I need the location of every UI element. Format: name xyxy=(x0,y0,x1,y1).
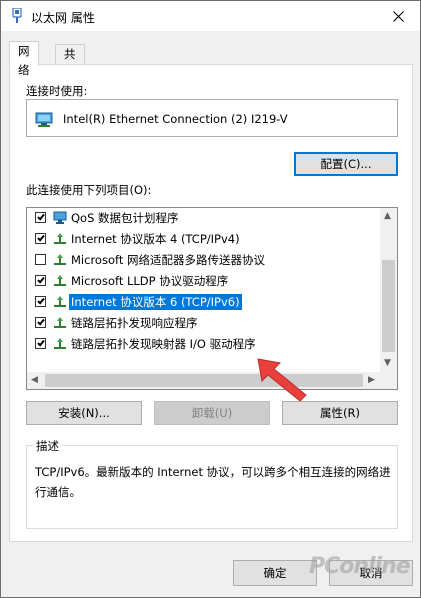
checkmark-icon xyxy=(37,338,45,347)
adapter-box: Intel(R) Ethernet Connection (2) I219-V xyxy=(26,99,398,137)
window-title: 以太网 属性 xyxy=(31,11,95,25)
network-tab-panel: 连接时使用: Intel(R) Ethernet Connection (2) … xyxy=(9,64,413,542)
list-item-label: Microsoft LLDP 协议驱动程序 xyxy=(71,274,229,288)
checkmark-icon xyxy=(37,317,45,326)
item-checkbox[interactable] xyxy=(35,254,46,265)
horizontal-scroll-thumb[interactable] xyxy=(45,374,363,387)
watermark-logo: PConline xyxy=(309,554,411,579)
qos-scheduler-icon xyxy=(53,211,67,224)
checkmark-icon xyxy=(37,233,45,242)
list-item[interactable]: 链路层拓扑发现映射器 I/O 驱动程序 xyxy=(27,334,381,355)
item-checkbox[interactable] xyxy=(35,317,46,328)
scroll-down-icon[interactable]: ▼ xyxy=(384,359,391,368)
tab-network[interactable]: 网络 xyxy=(9,41,39,77)
properties-dialog: 以太网 属性 网络 共享 连接时使用: Intel(R) Ethernet Co… xyxy=(0,0,421,598)
horizontal-scrollbar[interactable]: ◀ ▶ xyxy=(27,372,381,389)
checkmark-icon xyxy=(37,296,45,305)
components-list[interactable]: QoS 数据包计划程序 Internet 协议版本 4 (TCP/IPv4) Mic… xyxy=(26,207,398,390)
tab-sharing[interactable]: 共享 xyxy=(55,44,85,80)
list-item[interactable]: Internet 协议版本 4 (TCP/IPv4) xyxy=(27,229,381,250)
list-item[interactable]: Internet 协议版本 6 (TCP/IPv6) xyxy=(27,292,381,313)
network-card-icon xyxy=(35,112,53,127)
checkmark-icon xyxy=(37,275,45,284)
scroll-corner xyxy=(380,372,397,389)
description-text: TCP/IPv6。最新版本的 Internet 协议，可以跨多个相互连接的网络进… xyxy=(35,465,391,499)
item-checkbox[interactable] xyxy=(35,212,46,223)
configure-button[interactable]: 配置(C)... xyxy=(294,152,398,176)
callout-arrow-icon xyxy=(257,358,307,402)
list-item[interactable]: QoS 数据包计划程序 xyxy=(27,208,381,229)
list-item-label: Internet 协议版本 6 (TCP/IPv6) xyxy=(69,294,242,310)
list-item-label: QoS 数据包计划程序 xyxy=(71,211,179,225)
list-item-label: 链路层拓扑发现响应程序 xyxy=(71,316,198,330)
network-adapter-icon xyxy=(12,8,22,23)
protocol-icon xyxy=(54,317,66,328)
title-bar: 以太网 属性 xyxy=(1,1,420,31)
vertical-scrollbar[interactable]: ▲ ▼ xyxy=(380,208,397,372)
list-item[interactable]: 链路层拓扑发现响应程序 xyxy=(27,313,381,334)
components-list-items: QoS 数据包计划程序 Internet 协议版本 4 (TCP/IPv4) Mic… xyxy=(27,208,381,372)
install-button[interactable]: 安装(N)... xyxy=(26,401,142,425)
vertical-scroll-thumb[interactable] xyxy=(382,260,395,352)
scroll-up-icon[interactable]: ▲ xyxy=(384,212,391,221)
description-group: 描述 TCP/IPv6。最新版本的 Internet 协议，可以跨多个相互连接的… xyxy=(26,438,398,529)
items-label: 此连接使用下列项目(O): xyxy=(26,183,152,197)
list-item[interactable]: Microsoft LLDP 协议驱动程序 xyxy=(27,271,381,292)
connect-using-label: 连接时使用: xyxy=(26,84,88,98)
close-icon xyxy=(392,10,404,22)
ok-button[interactable]: 确定 xyxy=(233,560,317,586)
item-checkbox[interactable] xyxy=(35,296,46,307)
close-button[interactable] xyxy=(376,1,420,31)
uninstall-button[interactable]: 卸载(U) xyxy=(154,401,270,425)
description-legend: 描述 xyxy=(33,438,62,454)
protocol-icon xyxy=(54,254,66,265)
protocol-icon xyxy=(54,296,66,307)
scroll-left-icon[interactable]: ◀ xyxy=(31,376,38,385)
checkmark-icon xyxy=(37,212,45,221)
protocol-icon xyxy=(54,338,66,349)
item-checkbox[interactable] xyxy=(35,338,46,349)
list-item-label: Internet 协议版本 4 (TCP/IPv4) xyxy=(71,232,240,246)
list-item-label: Microsoft 网络适配器多路传送器协议 xyxy=(71,253,265,267)
adapter-name: Intel(R) Ethernet Connection (2) I219-V xyxy=(63,112,288,126)
item-checkbox[interactable] xyxy=(35,275,46,286)
scroll-right-icon[interactable]: ▶ xyxy=(368,376,375,385)
protocol-icon xyxy=(54,233,66,244)
list-item[interactable]: Microsoft 网络适配器多路传送器协议 xyxy=(27,250,381,271)
list-item-label: 链路层拓扑发现映射器 I/O 驱动程序 xyxy=(71,337,256,351)
protocol-icon xyxy=(54,275,66,286)
item-checkbox[interactable] xyxy=(35,233,46,244)
